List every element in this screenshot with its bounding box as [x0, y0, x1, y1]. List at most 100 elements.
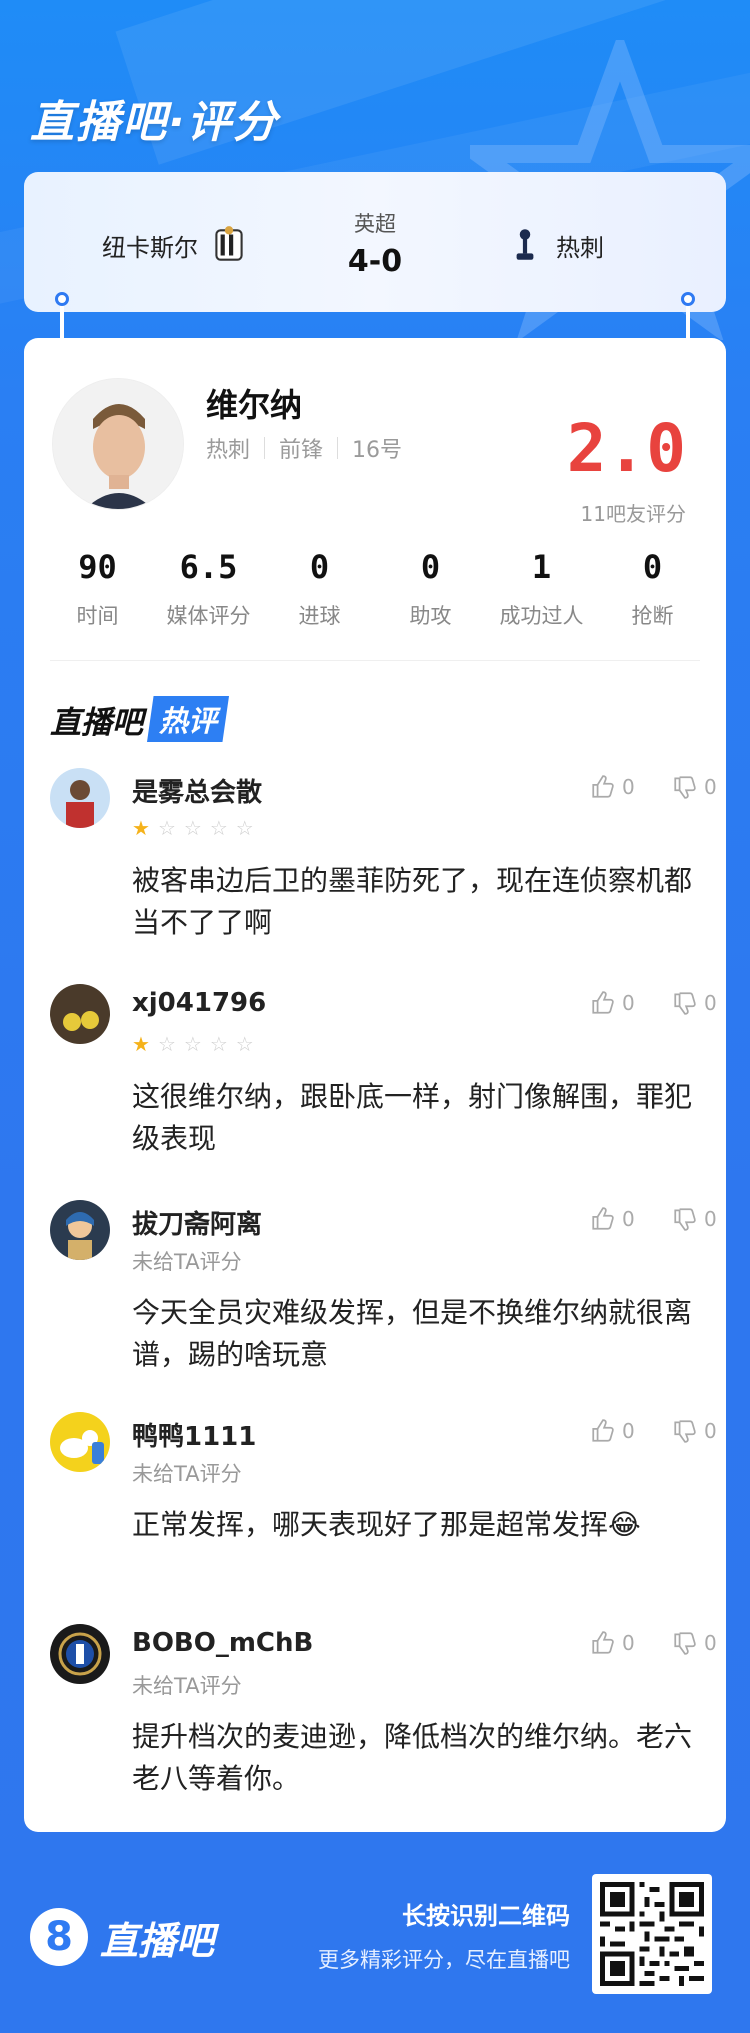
no-rating-label: 未给TA评分: [132, 1250, 242, 1274]
thumb-up-icon: [592, 1419, 614, 1442]
footer-logo: 8 直播吧: [30, 1908, 214, 1966]
thumb-down-icon: [674, 776, 696, 799]
meta-divider: [264, 437, 266, 459]
comment-text: 正常发挥，哪天表现好了那是超常发挥😂: [132, 1508, 641, 1541]
thumb-down-icon: [674, 1632, 696, 1655]
player-name: 维尔纳: [206, 386, 303, 424]
thumb-up-icon: [592, 1207, 614, 1230]
stat-value: 0: [642, 548, 663, 586]
stat-label: 时间: [76, 604, 119, 628]
player-meta: 热刺 前锋 16号: [206, 432, 402, 464]
stat-assists: 0 助攻: [375, 548, 486, 630]
comment-item: 是雾总会散 0 0 ★ ☆ ☆ ☆ ☆ 被客串边后卫的墨菲防死了，现在连侦察机都…: [50, 768, 717, 968]
stat-value: 90: [78, 548, 117, 586]
stat-label: 抢断: [631, 604, 674, 628]
hot-title-prefix: 直播吧: [50, 704, 143, 741]
like-button[interactable]: 0: [590, 1418, 635, 1444]
rating-count: 11吧友评分: [580, 502, 686, 526]
star-empty-icon: ☆: [157, 1032, 176, 1056]
stat-value: 6.5: [179, 548, 238, 586]
connector-dot: [681, 292, 695, 306]
player-team: 热刺: [206, 438, 251, 463]
comment-text: 这很维尔纳，跟卧底一样，射门像解围，罪犯级表现: [132, 1080, 693, 1155]
stat-time: 90 时间: [42, 548, 153, 630]
player-rating: 2.0: [566, 410, 686, 487]
dislike-button[interactable]: 0: [672, 1418, 717, 1444]
thumb-down-icon: [674, 1208, 696, 1231]
league-name: 英超: [354, 212, 396, 236]
star-filled-icon: ★: [132, 816, 150, 840]
star-empty-icon: ☆: [183, 1032, 202, 1056]
hot-title-tag: 热评: [147, 696, 230, 742]
like-button[interactable]: 0: [590, 990, 635, 1016]
like-button[interactable]: 0: [590, 1206, 635, 1232]
player-portrait: [53, 379, 183, 509]
star-empty-icon: ☆: [209, 816, 228, 840]
player-avatar: [52, 378, 184, 510]
like-count: 0: [622, 1419, 635, 1443]
thumb-up-icon: [592, 775, 614, 798]
comment-text: 提升档次的麦迪逊，降低档次的维尔纳。老六老八等着你。: [132, 1720, 693, 1795]
dislike-count: 0: [704, 991, 717, 1015]
star-rating: ★ ☆ ☆ ☆ ☆: [132, 816, 254, 840]
dislike-count: 0: [704, 775, 717, 799]
stat-value: 1: [531, 548, 552, 586]
avatar[interactable]: [50, 1624, 110, 1684]
comment-username[interactable]: 是雾总会散: [132, 772, 262, 809]
like-count: 0: [622, 991, 635, 1015]
qr-code[interactable]: [592, 1874, 712, 1994]
tottenham-crest-icon: [516, 229, 534, 260]
star-empty-icon: ☆: [209, 1032, 228, 1056]
stat-value: 0: [420, 548, 441, 586]
comment-username[interactable]: xj041796: [132, 988, 266, 1018]
star-empty-icon: ☆: [157, 816, 176, 840]
comment-username[interactable]: BOBO_mChB: [132, 1628, 313, 1658]
player-number: 16号: [352, 438, 403, 463]
star-empty-icon: ☆: [235, 1032, 254, 1056]
comment-item: 拔刀斋阿离 0 0 未给TA评分 今天全员灾难级发挥，但是不换维尔纳就很离谱，踢…: [50, 1200, 717, 1400]
dislike-count: 0: [704, 1631, 717, 1655]
comment-username[interactable]: 拔刀斋阿离: [132, 1204, 262, 1241]
dislike-button[interactable]: 0: [672, 774, 717, 800]
qr-code-icon: [600, 1882, 704, 1986]
dislike-button[interactable]: 0: [672, 1630, 717, 1656]
no-rating-label: 未给TA评分: [132, 1462, 242, 1486]
thumb-down-icon: [674, 1420, 696, 1443]
avatar[interactable]: [50, 1200, 110, 1260]
comment-item: BOBO_mChB 0 0 未给TA评分 提升档次的麦迪逊，降低档次的维尔纳。老…: [50, 1624, 717, 1824]
dislike-button[interactable]: 0: [672, 1206, 717, 1232]
stat-tackles: 0 抢断: [597, 548, 708, 630]
match-card[interactable]: 纽卡斯尔 英超 4-0 热刺: [24, 172, 726, 312]
avatar[interactable]: [50, 768, 110, 828]
stat-label: 进球: [298, 604, 341, 628]
away-team-name: 热刺: [556, 233, 604, 262]
stat-label: 助攻: [409, 604, 452, 628]
comment-item: xj041796 0 0 ★ ☆ ☆ ☆ ☆ 这很维尔纳，跟卧底一样，射门像解围…: [50, 984, 717, 1184]
stat-dribbles: 1 成功过人: [486, 548, 597, 630]
like-button[interactable]: 0: [590, 774, 635, 800]
comment-item: 鸭鸭1111 0 0 未给TA评分 正常发挥，哪天表现好了那是超常发挥😂: [50, 1412, 717, 1612]
qr-instruction: 长按识别二维码: [402, 1902, 570, 1930]
like-count: 0: [622, 1631, 635, 1655]
star-rating: ★ ☆ ☆ ☆ ☆: [132, 1032, 254, 1056]
comment-text: 今天全员灾难级发挥，但是不换维尔纳就很离谱，踢的啥玩意: [132, 1296, 693, 1371]
avatar[interactable]: [50, 984, 110, 1044]
match-score: 4-0: [347, 244, 403, 279]
like-button[interactable]: 0: [590, 1630, 635, 1656]
comment-username[interactable]: 鸭鸭1111: [132, 1416, 256, 1453]
stats-row: 90 时间 6.5 媒体评分 0 进球 0 助攻 1 成功过人 0 抢断: [42, 548, 708, 630]
star-filled-icon: ★: [132, 1032, 150, 1056]
star-empty-icon: ☆: [183, 816, 202, 840]
stat-media-rating: 6.5 媒体评分: [153, 548, 264, 630]
dislike-count: 0: [704, 1207, 717, 1231]
away-team[interactable]: 热刺: [504, 224, 604, 266]
dislike-button[interactable]: 0: [672, 990, 717, 1016]
connector-dot: [55, 292, 69, 306]
stat-label: 成功过人: [499, 604, 584, 628]
hot-comments-title: 直播吧 热评: [50, 696, 230, 742]
player-position: 前锋: [279, 438, 324, 463]
comment-text: 被客串边后卫的墨菲防死了，现在连侦察机都当不了了啊: [132, 864, 693, 939]
avatar[interactable]: [50, 1412, 110, 1472]
no-rating-label: 未给TA评分: [132, 1674, 242, 1698]
star-empty-icon: ☆: [235, 816, 254, 840]
